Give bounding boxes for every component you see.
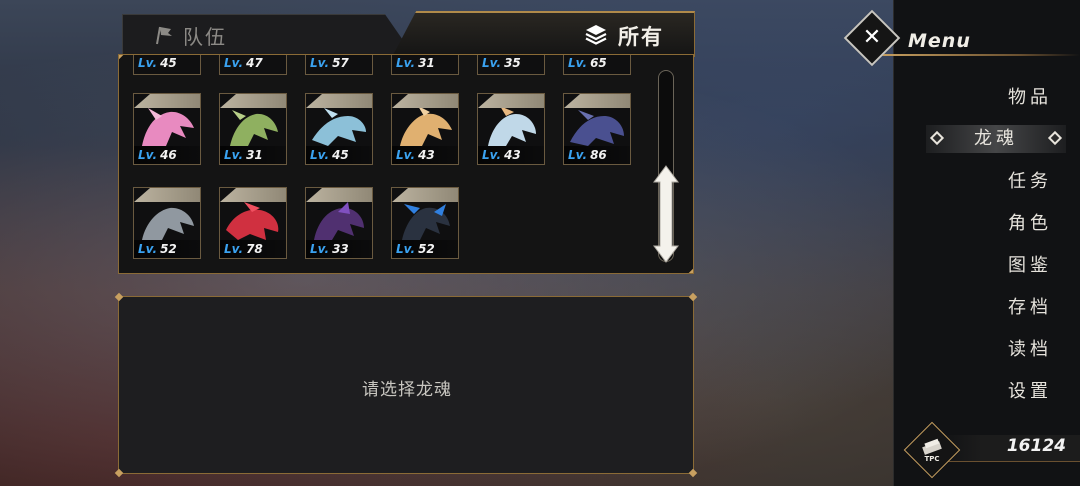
dragon-soul-card[interactable]: Lv. 46: [133, 93, 201, 165]
flag-icon: [156, 26, 172, 45]
dragon-portrait: [402, 204, 450, 240]
close-icon[interactable]: ✕: [856, 22, 888, 54]
dragon-soul-card[interactable]: Lv. 43: [391, 93, 459, 165]
select-prompt: 请选择龙魂: [362, 380, 452, 400]
side-menu: [893, 0, 1080, 486]
menu-item-dragon-soul[interactable]: 龙魂: [926, 125, 1066, 153]
dragon-portrait: [226, 202, 279, 240]
dragon-soul-card[interactable]: Lv. 31: [391, 55, 459, 75]
menu-title: Menu: [908, 30, 971, 52]
tpc-icon-text: TPC: [924, 455, 939, 463]
detail-panel: 请选择龙魂: [114, 292, 698, 478]
selection-diamond-icon: [1047, 130, 1063, 146]
dragon-soul-card[interactable]: Lv. 35: [477, 55, 545, 75]
tab-all[interactable]: 所有: [392, 11, 695, 57]
menu-item-load[interactable]: 读档: [940, 336, 1066, 364]
dragon-portrait: [488, 106, 536, 146]
tab-team[interactable]: 队伍: [122, 14, 414, 56]
dragon-portrait: [142, 207, 194, 240]
menu-item-codex[interactable]: 图鉴: [940, 252, 1066, 280]
tab-all-label: 所有: [618, 25, 664, 49]
dragon-portrait: [230, 110, 278, 146]
dragon-soul-card[interactable]: Lv. 31: [219, 93, 287, 165]
dragon-portrait: [312, 108, 366, 146]
menu-item-characters[interactable]: 角色: [940, 210, 1066, 238]
menu-item-save[interactable]: 存档: [940, 294, 1066, 322]
tpc-icon: TPC: [922, 438, 942, 463]
dragon-soul-grid: Lv. 45 Lv. 47 Lv. 57 Lv. 31 Lv. 35 Lv. 65 Lv. 4…: [118, 54, 694, 274]
dragon-soul-card[interactable]: Lv. 47: [219, 55, 287, 75]
dragon-soul-card[interactable]: Lv. 45: [305, 93, 373, 165]
menu-title-underline: [880, 54, 1080, 56]
selection-diamond-icon: [929, 130, 945, 146]
stack-icon: [585, 25, 607, 45]
menu-item-items[interactable]: 物品: [940, 84, 1066, 112]
dragon-portrait: [142, 108, 194, 146]
scrollbar-thumb[interactable]: [652, 164, 680, 264]
dragon-soul-card[interactable]: Lv. 57: [305, 55, 373, 75]
dragon-soul-card[interactable]: Lv. 65: [563, 55, 631, 75]
dragon-portrait: [570, 110, 624, 146]
tab-team-label: 队伍: [183, 24, 227, 49]
menu-item-settings[interactable]: 设置: [940, 378, 1066, 406]
dragon-portrait: [400, 106, 452, 146]
dragon-soul-card[interactable]: Lv. 86: [563, 93, 631, 165]
dragon-soul-card[interactable]: Lv. 52: [133, 187, 201, 259]
corner-ornament: [119, 55, 124, 60]
dragon-soul-card[interactable]: Lv. 52: [391, 187, 459, 259]
dragon-soul-card[interactable]: Lv. 45: [133, 55, 201, 75]
currency-value: 16124: [1006, 436, 1066, 456]
menu-item-quests[interactable]: 任务: [940, 168, 1066, 196]
dragon-soul-card[interactable]: Lv. 33: [305, 187, 373, 259]
dragon-soul-card[interactable]: Lv. 43: [477, 93, 545, 165]
corner-ornament: [688, 268, 693, 273]
dragon-soul-card[interactable]: Lv. 78: [219, 187, 287, 259]
dragon-portrait: [314, 202, 364, 240]
